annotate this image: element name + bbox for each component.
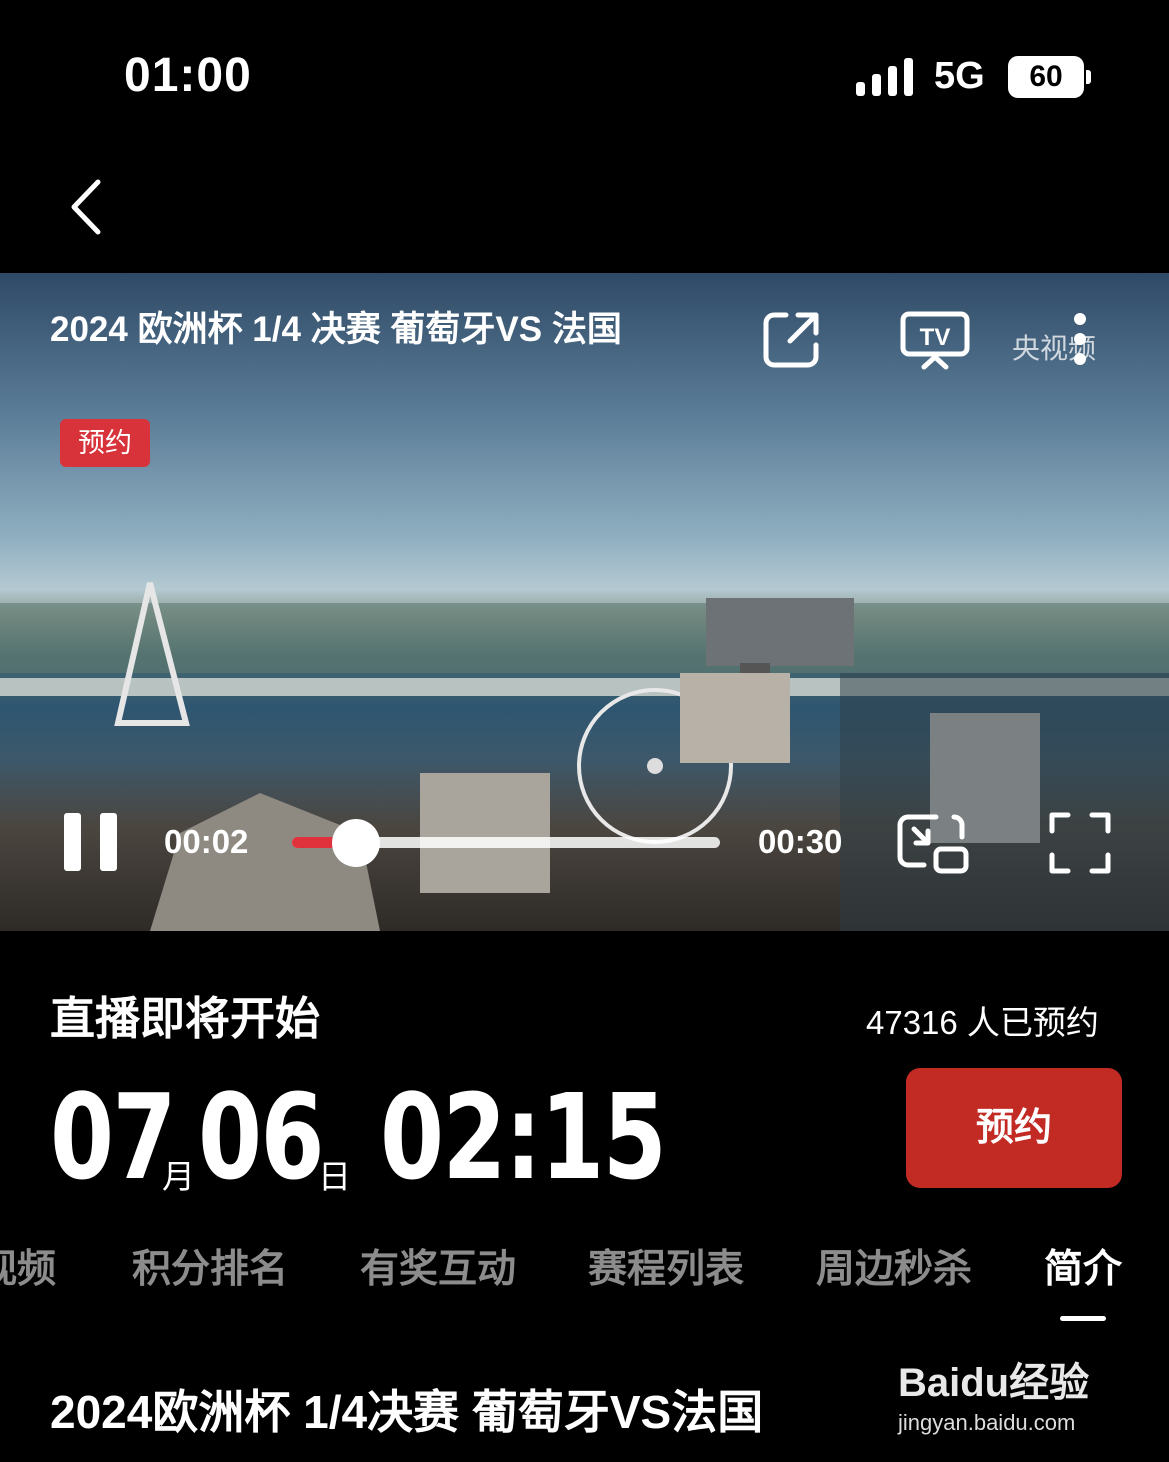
current-time: 00:02 [164, 823, 249, 860]
start-time: 02:15 [380, 1068, 667, 1206]
tv-cast-icon[interactable]: TV [900, 309, 970, 371]
video-title: 2024 欧洲杯 1/4 决赛 葡萄牙VS 法国 [50, 310, 622, 349]
tab-schedule[interactable]: 赛程列表 [588, 1238, 744, 1294]
month-value: 07 [50, 1068, 177, 1206]
tab-video[interactable]: 视频 [0, 1238, 56, 1294]
back-icon[interactable] [64, 176, 112, 238]
status-time: 01:00 [124, 49, 252, 102]
month-unit: 月 [162, 1158, 195, 1195]
battery-icon: 60 [1008, 56, 1084, 98]
tab-flash-sale[interactable]: 周边秒杀 [816, 1238, 972, 1294]
more-icon[interactable] [1072, 311, 1088, 367]
baidu-brand: Baidu经验 [898, 1361, 1090, 1405]
network-type: 5G [934, 55, 985, 97]
tab-indicator [1060, 1316, 1106, 1321]
reserve-count: 47316 人已预约 [866, 1004, 1099, 1041]
day-unit: 日 [318, 1158, 351, 1195]
reserve-badge: 预约 [60, 419, 150, 467]
svg-text:TV: TV [920, 324, 951, 351]
battery-tip [1086, 70, 1091, 84]
video-player[interactable]: 2024 欧洲杯 1/4 决赛 葡萄牙VS 法国 预约 TV 央视频 00:02… [0, 273, 1169, 931]
fullscreen-icon[interactable] [1048, 811, 1112, 875]
picture-in-picture-icon[interactable] [896, 813, 970, 875]
baidu-jingyan-watermark: Baidu经验 jingyan.baidu.com [898, 1350, 1089, 1436]
tab-intro[interactable]: 简介 [1044, 1238, 1122, 1294]
live-status: 直播即将开始 [50, 993, 321, 1044]
share-icon[interactable] [760, 307, 824, 371]
signal-icon [856, 58, 914, 96]
pause-icon[interactable] [62, 813, 120, 871]
baidu-url: jingyan.baidu.com [898, 1410, 1076, 1435]
tab-ranking[interactable]: 积分排名 [132, 1238, 288, 1294]
day-value: 06 [198, 1068, 325, 1206]
progress-thumb[interactable] [332, 819, 381, 867]
duration: 00:30 [758, 823, 843, 860]
intro-title: 2024欧洲杯 1/4决赛 葡萄牙VS法国 [50, 1386, 764, 1438]
reserve-button[interactable]: 预约 [906, 1068, 1122, 1188]
tab-interaction[interactable]: 有奖互动 [360, 1238, 516, 1294]
